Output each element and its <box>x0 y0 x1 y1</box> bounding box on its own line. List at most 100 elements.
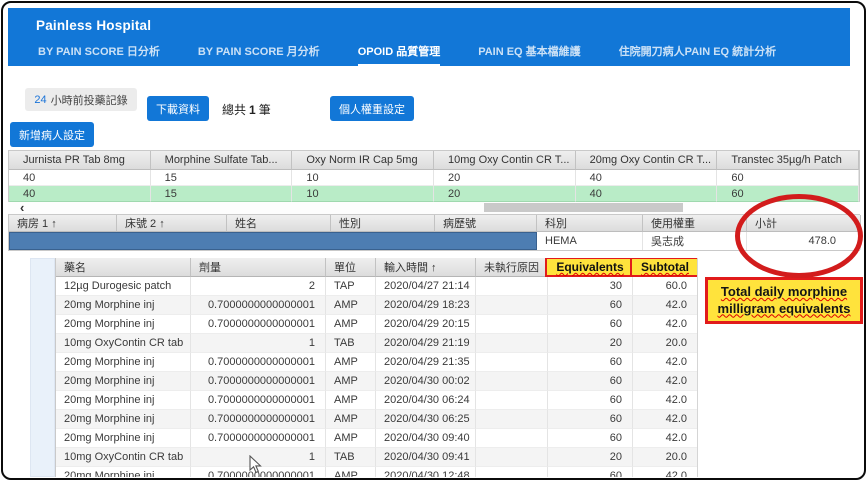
tab-item[interactable]: PAIN EQ 基本檔維護 <box>478 43 580 66</box>
meds-table-row: 20mg Morphine inj0.7000000000000001AMP20… <box>56 467 697 477</box>
row-selector-gutter <box>30 258 55 477</box>
tab-item[interactable]: OPOID 品質管理 <box>358 43 441 66</box>
meds-cell <box>476 391 548 410</box>
meds-cell: 2020/04/30 09:40 <box>376 429 476 448</box>
meds-table-row: 20mg Morphine inj0.7000000000000001AMP20… <box>56 296 697 315</box>
scroll-left-icon[interactable]: ‹ <box>20 200 24 215</box>
meds-cell <box>476 334 548 353</box>
meds-cell: 60 <box>548 467 633 477</box>
opioid-column-header: Morphine Sulfate Tab... <box>151 151 293 170</box>
patient-cell: HEMA <box>537 232 643 250</box>
meds-table-body: 12µg Durogesic patch2TAP2020/04/27 21:14… <box>56 277 697 477</box>
meds-cell: 20 <box>548 334 633 353</box>
meds-cell: 20mg Morphine inj <box>56 429 191 448</box>
highlighted-header-label: Subtotal <box>630 258 698 277</box>
opioid-table-header-row: Jurnista PR Tab 8mgMorphine Sulfate Tab.… <box>9 151 859 170</box>
horizontal-scrollbar[interactable]: ‹ <box>8 202 860 214</box>
meds-cell: 0.7000000000000001 <box>191 372 326 391</box>
opioid-table-body: 401510204060401510204060 <box>9 170 859 202</box>
meds-column-header[interactable]: Equivalents <box>548 258 633 277</box>
meds-cell: 60 <box>548 429 633 448</box>
opioid-column-header: Transtec 35µg/h Patch <box>717 151 859 170</box>
opioid-cell: 60 <box>717 186 859 202</box>
opioid-column-header: Oxy Norm IR Cap 5mg <box>292 151 434 170</box>
hours-before-record-field[interactable]: 24 小時前投藥記錄 <box>25 88 137 111</box>
meds-table-row: 10mg OxyContin CR tab1TAB2020/04/30 09:4… <box>56 448 697 467</box>
opioid-cell: 15 <box>151 186 293 202</box>
meds-cell: 60 <box>548 315 633 334</box>
meds-cell: 2020/04/29 21:35 <box>376 353 476 372</box>
meds-cell: 0.7000000000000001 <box>191 353 326 372</box>
opioid-table-row[interactable]: 401510204060 <box>9 170 859 186</box>
meds-cell: 60 <box>548 391 633 410</box>
meds-cell: 10mg OxyContin CR tab <box>56 448 191 467</box>
personal-weight-settings-button[interactable]: 個人權重設定 <box>330 96 414 121</box>
meds-cell: 2020/04/30 06:25 <box>376 410 476 429</box>
meds-cell: 0.7000000000000001 <box>191 391 326 410</box>
meds-column-header: 未執行原因 <box>476 258 548 277</box>
meds-cell: AMP <box>326 296 376 315</box>
patient-column-header[interactable]: 病房 1 ↑ <box>9 215 117 232</box>
meds-cell: 42.0 <box>633 296 698 315</box>
meds-cell: 20mg Morphine inj <box>56 410 191 429</box>
opioid-column-header: 20mg Oxy Contin CR T... <box>576 151 718 170</box>
highlighted-header-label: Equivalents <box>545 258 634 277</box>
scrollbar-thumb[interactable] <box>484 203 683 212</box>
patient-row[interactable]: HEMA吳志成478.0 <box>9 232 859 250</box>
opioid-column-header: 10mg Oxy Contin CR T... <box>434 151 576 170</box>
meds-cell: TAB <box>326 448 376 467</box>
meds-cell: AMP <box>326 410 376 429</box>
meds-cell: 42.0 <box>633 315 698 334</box>
patient-column-header: 使用權重 <box>643 215 747 232</box>
add-patient-settings-button[interactable]: 新增病人設定 <box>10 122 94 147</box>
meds-cell: 2020/04/29 20:15 <box>376 315 476 334</box>
tab-item[interactable]: BY PAIN SCORE 日分析 <box>38 43 160 66</box>
meds-cell: 20mg Morphine inj <box>56 296 191 315</box>
meds-cell: 2020/04/30 12:48 <box>376 467 476 477</box>
hours-label: 小時前投藥記錄 <box>51 92 128 108</box>
opioid-cell: 20 <box>434 186 576 202</box>
meds-cell: 2020/04/30 06:24 <box>376 391 476 410</box>
meds-table-header-row: 藥名劑量單位輸入時間 ↑未執行原因EquivalentsSubtotal <box>56 258 697 277</box>
opioid-cell: 40 <box>576 186 718 202</box>
meds-cell: 10mg OxyContin CR tab <box>56 334 191 353</box>
meds-cell: 60.0 <box>633 277 698 296</box>
meds-table-row: 20mg Morphine inj0.7000000000000001AMP20… <box>56 410 697 429</box>
meds-table-row: 20mg Morphine inj0.7000000000000001AMP20… <box>56 315 697 334</box>
meds-cell: 20mg Morphine inj <box>56 353 191 372</box>
tab-item[interactable]: BY PAIN SCORE 月分析 <box>198 43 320 66</box>
opioid-cell: 40 <box>576 170 718 186</box>
meds-cell: 0.7000000000000001 <box>191 429 326 448</box>
patient-column-header: 病歷號 <box>435 215 537 232</box>
hours-value[interactable]: 24 <box>34 94 46 106</box>
total-count: 1 <box>249 103 256 117</box>
meds-cell <box>476 429 548 448</box>
patient-cell: 吳志成 <box>643 232 747 250</box>
meds-column-header[interactable]: Subtotal <box>633 258 698 277</box>
opioid-table-row[interactable]: 401510204060 <box>9 186 859 202</box>
meds-cell: 20.0 <box>633 448 698 467</box>
meds-cell: 2020/04/30 09:41 <box>376 448 476 467</box>
meds-table-row: 20mg Morphine inj0.7000000000000001AMP20… <box>56 391 697 410</box>
tab-item[interactable]: 住院開刀病人PAIN EQ 統計分析 <box>619 43 776 66</box>
meds-cell <box>476 410 548 429</box>
meds-cell: 60 <box>548 410 633 429</box>
meds-cell: 2020/04/29 21:19 <box>376 334 476 353</box>
meds-column-header[interactable]: 輸入時間 ↑ <box>376 258 476 277</box>
meds-table-row: 10mg OxyContin CR tab1TAB2020/04/29 21:1… <box>56 334 697 353</box>
meds-cell: 0.7000000000000001 <box>191 410 326 429</box>
meds-cell: 0.7000000000000001 <box>191 315 326 334</box>
opioid-cell: 40 <box>9 170 151 186</box>
opioid-column-header: Jurnista PR Tab 8mg <box>9 151 151 170</box>
meds-cell: AMP <box>326 353 376 372</box>
patient-column-header[interactable]: 床號 2 ↑ <box>117 215 227 232</box>
app-title: Painless Hospital <box>36 18 151 33</box>
annotation-callout: Total daily morphine milligram equivalen… <box>705 277 863 324</box>
meds-cell: AMP <box>326 372 376 391</box>
opioid-cell: 15 <box>151 170 293 186</box>
meds-cell <box>476 277 548 296</box>
meds-cell: AMP <box>326 467 376 477</box>
app-window: Painless Hospital BY PAIN SCORE 日分析 BY PA… <box>0 0 867 481</box>
meds-cell: 42.0 <box>633 467 698 477</box>
download-data-button[interactable]: 下載資料 <box>147 96 209 121</box>
